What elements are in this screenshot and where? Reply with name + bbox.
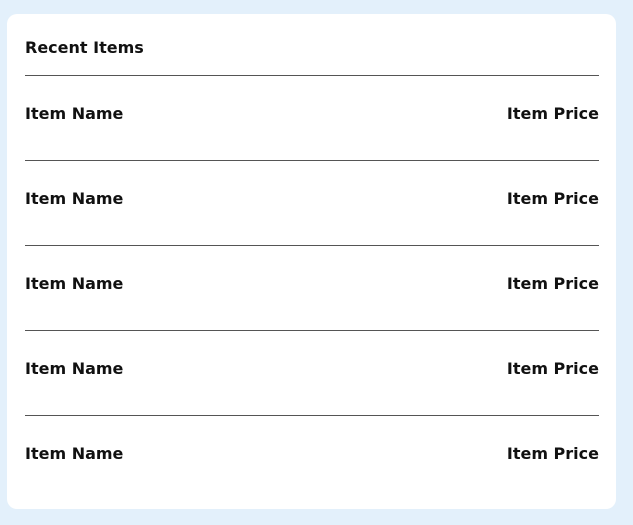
item-name: Item Name xyxy=(25,444,124,463)
divider xyxy=(25,75,599,76)
item-price: Item Price xyxy=(506,189,599,208)
item-name: Item Name xyxy=(25,274,124,293)
item-price: Item Price xyxy=(506,274,599,293)
item-price: Item Price xyxy=(506,104,599,123)
list-item: Item Name Item Price xyxy=(25,191,599,207)
item-name: Item Name xyxy=(25,189,124,208)
list-item: Item Name Item Price xyxy=(25,361,599,377)
item-price: Item Price xyxy=(506,444,599,463)
list-item: Item Name Item Price xyxy=(25,276,599,292)
divider xyxy=(25,415,599,416)
divider xyxy=(25,245,599,246)
item-price: Item Price xyxy=(506,359,599,378)
divider xyxy=(25,330,599,331)
list-item: Item Name Item Price xyxy=(25,446,599,462)
divider xyxy=(25,160,599,161)
card-title: Recent Items xyxy=(25,38,144,57)
recent-items-card: Recent Items Item Name Item Price Item N… xyxy=(7,14,616,509)
list-item: Item Name Item Price xyxy=(25,106,599,122)
item-name: Item Name xyxy=(25,104,124,123)
item-name: Item Name xyxy=(25,359,124,378)
